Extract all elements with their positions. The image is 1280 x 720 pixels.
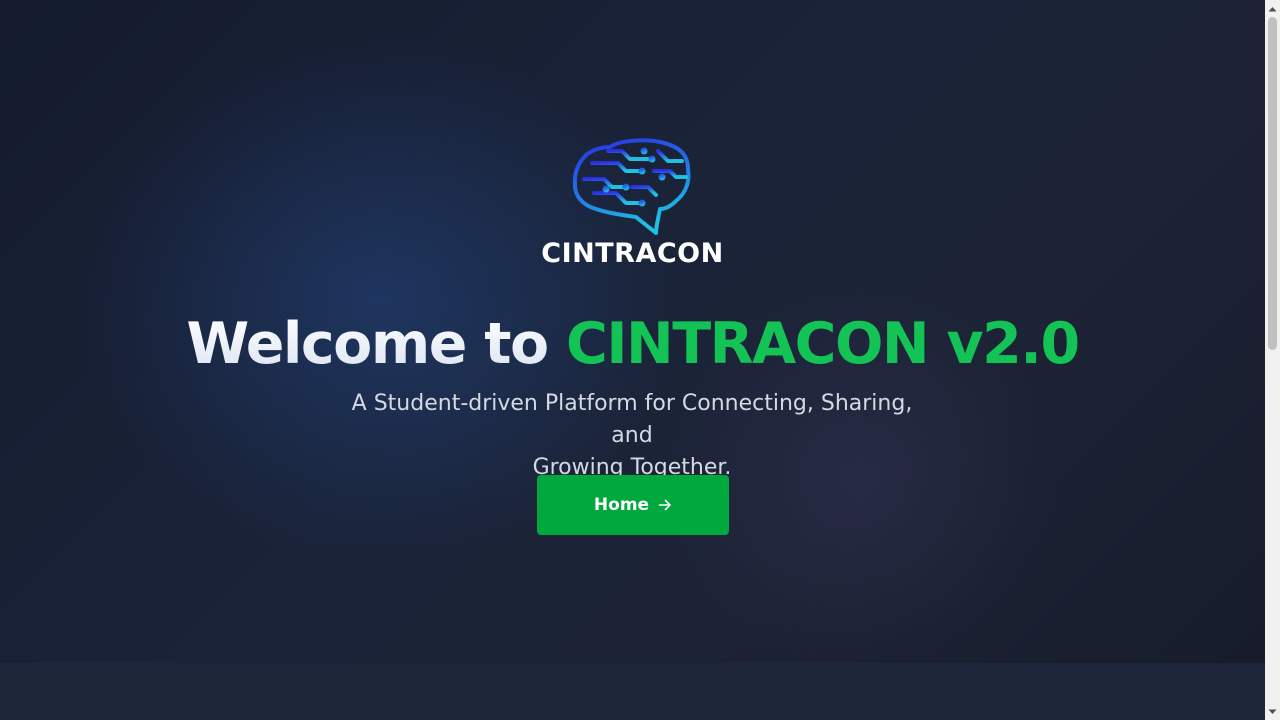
brain-circuit-icon [572,138,690,235]
browser-viewport: CINTRACON Welcome to CINTRACON v2.0 A St… [0,0,1280,720]
headline-highlight: CINTRACON v2.0 [566,311,1080,377]
subtitle-line-1: A Student-driven Platform for Connecting… [351,391,913,448]
scrollbar-thumb[interactable] [1268,17,1277,350]
home-button-label: Home [593,495,650,515]
scroll-down-arrow-icon[interactable] [1265,703,1280,720]
hero-headline: Welcome to CINTRACON v2.0 [0,309,1265,379]
brand-name: CINTRACON [541,238,724,269]
hero-subtitle: A Student-driven Platform for Connecting… [332,388,932,484]
scroll-up-arrow-icon[interactable] [1265,0,1280,17]
vertical-scrollbar[interactable] [1265,0,1280,720]
hero-section: CINTRACON Welcome to CINTRACON v2.0 A St… [0,0,1265,663]
headline-prefix: Welcome to [186,311,549,377]
brand-logo[interactable] [0,137,1265,237]
next-section [0,663,1265,720]
arrow-right-icon [658,499,671,511]
home-button[interactable]: Home [537,475,729,535]
page-content: CINTRACON Welcome to CINTRACON v2.0 A St… [0,0,1265,720]
